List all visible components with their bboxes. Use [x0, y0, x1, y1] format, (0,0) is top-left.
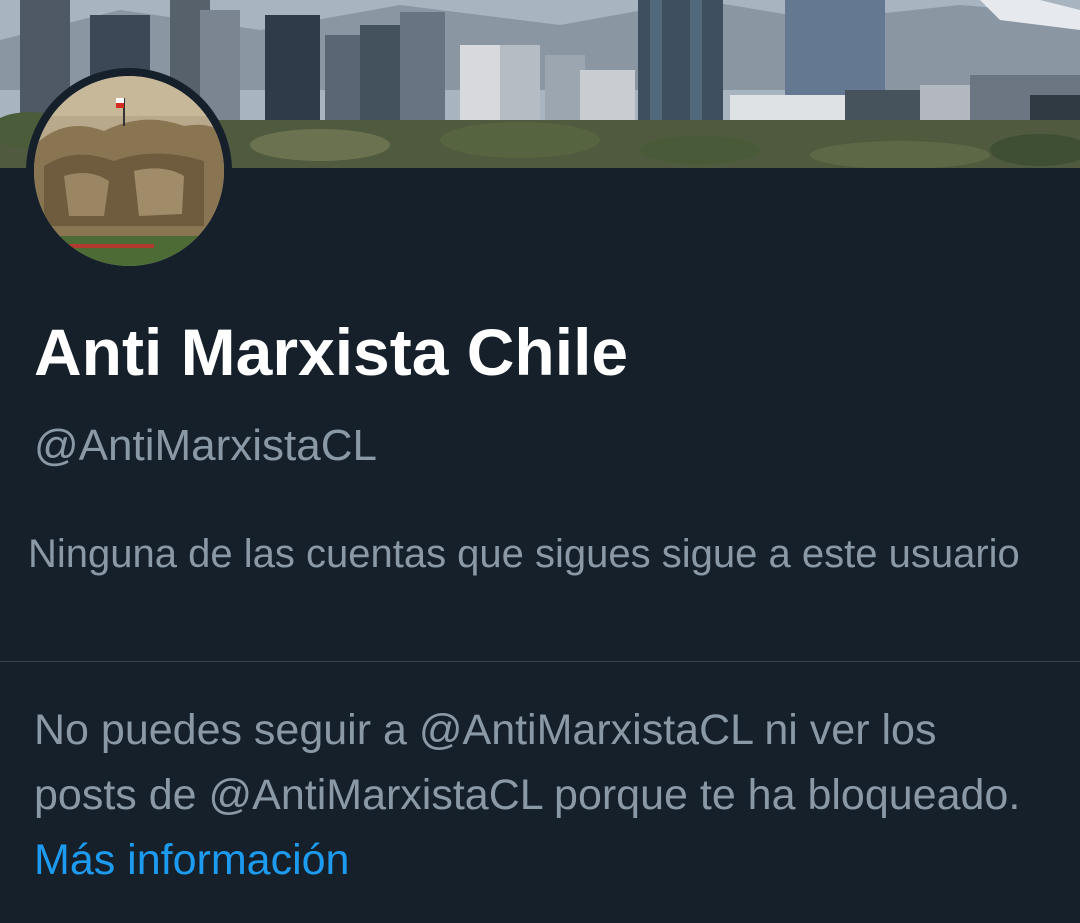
divider	[0, 661, 1080, 662]
display-name: Anti Marxista Chile	[34, 315, 629, 389]
blocked-notice-text: No puedes seguir a @AntiMarxistaCL ni ve…	[34, 706, 1021, 819]
learn-more-link[interactable]: Más información	[34, 836, 349, 884]
followers-you-know: Ninguna de las cuentas que sigues sigue …	[28, 532, 1020, 576]
avatar[interactable]	[26, 68, 232, 274]
user-handle: @AntiMarxistaCL	[34, 421, 377, 470]
avatar-image	[34, 76, 224, 266]
blocked-notice: No puedes seguir a @AntiMarxistaCL ni ve…	[34, 698, 1034, 893]
